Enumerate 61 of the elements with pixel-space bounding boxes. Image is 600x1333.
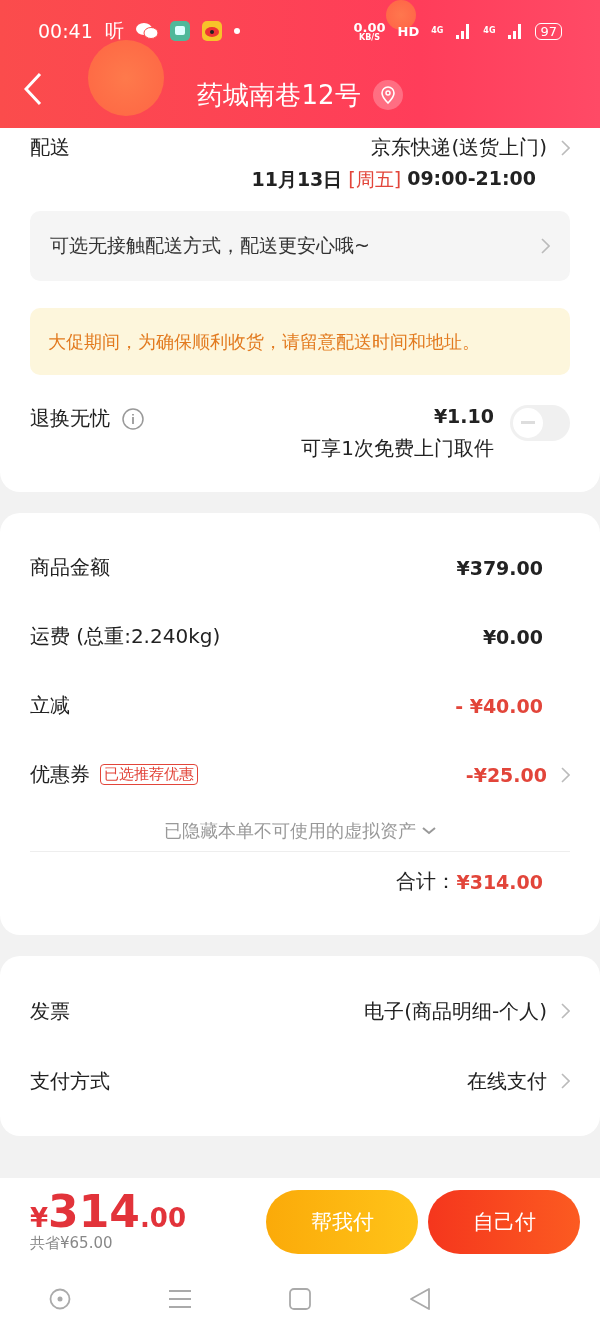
price-amount: - ¥40.00 [455,694,543,717]
price-amount: -¥25.00 [465,763,547,786]
status-app-text: 听 [104,18,124,43]
status-time: 00:41 [38,20,93,42]
return-service-toggle[interactable] [510,405,570,441]
battery-level: 97 [535,22,562,40]
coupon-tag: 已选推荐优惠 [100,764,198,785]
saved-amount: 共省¥65.00 [30,1234,114,1253]
notice-text: 大促期间，为确保顺利收货，请留意配送时间和地址。 [48,329,480,354]
assistant-icon[interactable] [49,1288,71,1310]
option-row[interactable]: 发票 电子(商品明细-个人) [30,976,570,1046]
price-label: 立减 [30,692,70,719]
eye-icon [201,21,222,41]
option-label: 发票 [30,997,70,1025]
home-square-icon[interactable] [289,1288,311,1310]
info-icon[interactable] [122,407,144,430]
hidden-assets-text: 已隐藏本单不可使用的虚拟资产 [164,819,416,843]
delivery-method[interactable]: 京东快递(送货上门) [371,134,547,161]
total-amount: ¥314.00 [456,870,543,893]
contactless-option[interactable]: 可选无接触配送方式，配送更安心哦~ [30,211,570,281]
dot-icon [233,28,240,34]
total-label: 合计： [396,868,457,895]
return-service-label: 退换无忧 [30,405,110,432]
price-amount: ¥379.00 [456,556,543,579]
price-label: 优惠券 [30,761,90,788]
page-title: 药城南巷12号 [197,78,361,112]
return-service-price: ¥1.10 [433,405,494,427]
network-speed: 0.00 KB/S [353,20,386,42]
chevron-icon [561,1073,570,1089]
contactless-text: 可选无接触配送方式，配送更安心哦~ [50,233,370,258]
chevron-icon [561,766,570,783]
delivery-label: 配送 [30,134,70,161]
network-label: 4G [483,27,496,35]
app-icon [169,21,190,41]
option-label: 支付方式 [30,1067,110,1095]
chevron-icon [561,139,570,156]
back-icon[interactable] [24,72,42,106]
price-label: 商品金额 [30,554,110,581]
delivery-time: 09:00-21:00 [407,167,536,191]
hd-label: HD [397,24,420,38]
back-triangle-icon[interactable] [409,1287,431,1311]
option-value: 在线支付 [467,1067,547,1095]
total-price: ¥314.00 [30,1190,186,1234]
menu-icon[interactable] [169,1290,191,1308]
price-amount: ¥0.00 [482,625,543,648]
signal-icon [507,23,524,39]
pay-button[interactable]: 自己付 [428,1189,580,1254]
chat-icon [135,22,158,40]
chevron-down-icon [422,827,436,835]
delivery-date: 11月13日 [251,167,343,192]
chevron-icon [561,1003,570,1019]
return-service-note: 可享1次免费上门取件 [301,435,494,462]
delivery-weekday: [周五] [348,167,402,192]
network-label: 4G [431,27,444,35]
minus-icon [521,421,535,425]
option-value: 电子(商品明细-个人) [364,997,547,1025]
signal-icon [455,23,472,39]
location-pin-icon[interactable] [372,80,403,110]
chevron-icon [541,238,550,254]
option-row[interactable]: 支付方式 在线支付 [30,1046,570,1116]
price-label: 运费 (总重:2.240kg) [30,623,221,650]
